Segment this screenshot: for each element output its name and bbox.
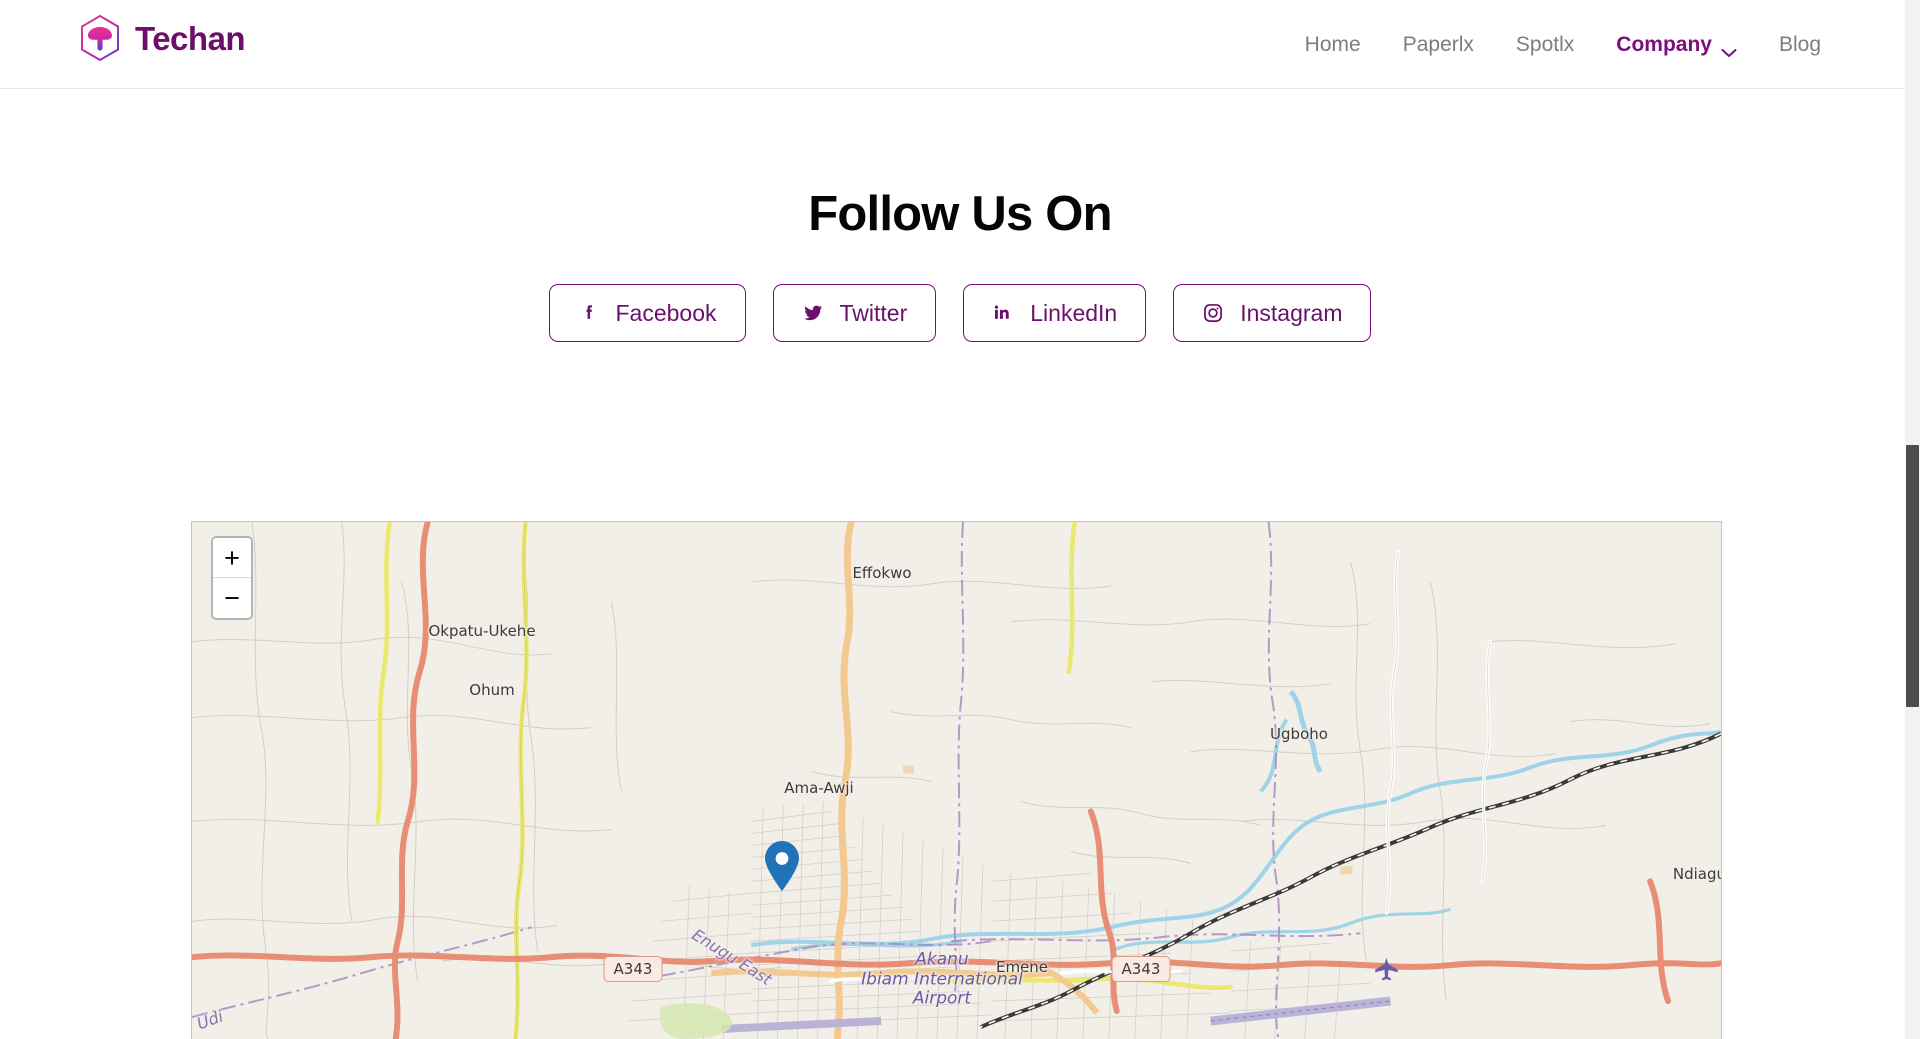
map-label-effokwo: Effokwo bbox=[852, 564, 912, 582]
scrollbar-thumb[interactable] bbox=[1906, 445, 1919, 707]
brand-name: Techan bbox=[135, 19, 246, 57]
twitter-icon bbox=[802, 302, 824, 324]
map-zoom-in-button[interactable]: + bbox=[213, 538, 251, 578]
main-navigation: Home Paperlx Spotlx Company Blog bbox=[1284, 0, 1842, 89]
nav-item-spotlx[interactable]: Spotlx bbox=[1495, 33, 1595, 57]
facebook-button[interactable]: Facebook bbox=[548, 284, 746, 342]
map-label-ugboho: Ugboho bbox=[1270, 725, 1328, 743]
page-title: Follow Us On bbox=[808, 187, 1112, 241]
map-zoom-control: + − bbox=[211, 536, 253, 620]
brand-logo-link[interactable]: Techan bbox=[78, 14, 246, 62]
linkedin-icon bbox=[992, 302, 1014, 324]
map-label-okpatu-ukehe: Okpatu-Ukehe bbox=[428, 622, 536, 640]
facebook-label: Facebook bbox=[615, 299, 717, 326]
techan-hexagon-mushroom-logo bbox=[78, 14, 122, 62]
nav-item-company-label: Company bbox=[1616, 32, 1712, 56]
nav-item-company[interactable]: Company bbox=[1595, 33, 1758, 57]
nav-item-blog-label: Blog bbox=[1778, 32, 1821, 56]
map-label-akanu-ibiam-international-airport: Akanu Ibiam International Airport bbox=[861, 949, 1023, 1009]
follow-us-section: Follow Us On Facebook Twitter LinkedIn I… bbox=[0, 89, 1920, 342]
facebook-icon bbox=[578, 302, 600, 324]
chevron-down-icon bbox=[1721, 40, 1737, 57]
linkedin-button[interactable]: LinkedIn bbox=[963, 284, 1147, 342]
map-label-ndiaguo: Ndiaguo bbox=[1672, 865, 1721, 883]
instagram-button[interactable]: Instagram bbox=[1173, 284, 1372, 342]
road-shield-a343-west: A343 bbox=[603, 956, 663, 982]
linkedin-label: LinkedIn bbox=[1030, 299, 1118, 326]
nav-item-home-label: Home bbox=[1304, 32, 1361, 56]
twitter-label: Twitter bbox=[839, 299, 908, 326]
instagram-label: Instagram bbox=[1240, 299, 1343, 326]
map-label-ohum: Ohum bbox=[469, 681, 515, 699]
vertical-page-scrollbar[interactable] bbox=[1905, 0, 1920, 1039]
location-pin-icon[interactable] bbox=[763, 840, 801, 892]
map-label-ama-awji: Ama-Awji bbox=[784, 779, 854, 797]
nav-item-spotlx-label: Spotlx bbox=[1515, 32, 1575, 56]
instagram-icon bbox=[1202, 302, 1224, 324]
social-links-row: Facebook Twitter LinkedIn Instagram bbox=[0, 284, 1920, 342]
nav-item-paperlx[interactable]: Paperlx bbox=[1382, 33, 1495, 57]
twitter-button[interactable]: Twitter bbox=[772, 284, 937, 342]
location-map[interactable]: Effokwo Okpatu-Ukehe Ohum Ugboho Ama-Awj… bbox=[191, 521, 1722, 1039]
nav-item-blog[interactable]: Blog bbox=[1758, 33, 1842, 57]
nav-item-home[interactable]: Home bbox=[1284, 33, 1382, 57]
site-header: Techan Home Paperlx Spotlx Company Blog bbox=[0, 0, 1920, 89]
nav-item-paperlx-label: Paperlx bbox=[1402, 32, 1474, 56]
road-shield-a343-east: A343 bbox=[1111, 956, 1171, 982]
map-zoom-out-button[interactable]: − bbox=[213, 578, 251, 618]
